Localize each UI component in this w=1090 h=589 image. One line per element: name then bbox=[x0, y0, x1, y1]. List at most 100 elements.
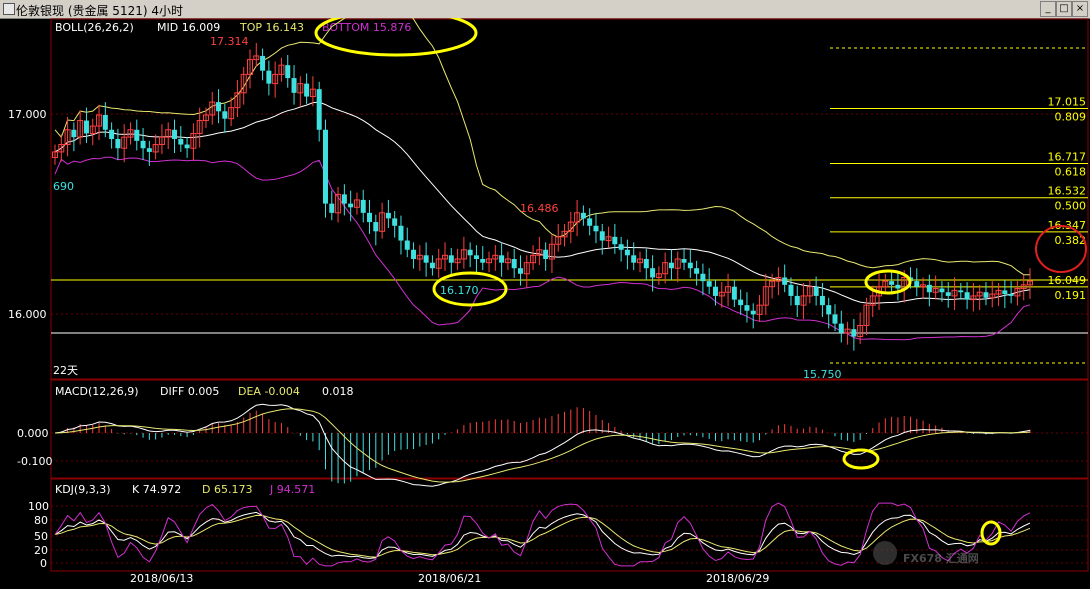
candle-body bbox=[914, 281, 920, 287]
minimize-button[interactable]: _ bbox=[1040, 1, 1056, 17]
boll-legend: BOLL(26,26,2) bbox=[55, 21, 134, 34]
fib-ratio-label: 0.191 bbox=[1055, 289, 1087, 302]
candlesticks bbox=[52, 43, 1033, 351]
fib-price-label: 16.717 bbox=[1048, 151, 1087, 164]
candle-body bbox=[624, 249, 630, 256]
candle-body bbox=[222, 111, 228, 119]
boll-mid: MID 16.009 bbox=[157, 21, 220, 34]
window-title: 伦敦银现 (贵金属 5121) 4小时 bbox=[16, 4, 183, 18]
candle-body bbox=[851, 329, 857, 337]
kdj-axis-label: 80 bbox=[34, 514, 48, 527]
macd-diff: DIFF 0.005 bbox=[160, 385, 219, 398]
candle-body bbox=[813, 286, 819, 296]
macd-diff-line bbox=[54, 403, 1031, 487]
candle-body bbox=[146, 148, 152, 152]
candle-body bbox=[587, 218, 593, 226]
candle-body bbox=[599, 231, 605, 241]
candle-body bbox=[731, 286, 737, 300]
fib-price-label: 17.015 bbox=[1048, 96, 1087, 109]
fib-ratio-label: 0.500 bbox=[1055, 200, 1087, 213]
candle-body bbox=[341, 194, 347, 204]
watermark-logo-icon bbox=[873, 541, 897, 565]
candle-body bbox=[291, 78, 297, 93]
candle-body bbox=[109, 129, 115, 139]
candle-body bbox=[429, 262, 435, 269]
candle-body bbox=[134, 129, 140, 141]
candle-body bbox=[178, 139, 184, 145]
macd-value: 0.018 bbox=[322, 385, 354, 398]
candle-body bbox=[750, 310, 756, 315]
title-bar: 伦敦银现 (贵金属 5121) 4小时 _ □ × bbox=[0, 0, 1090, 19]
fib-levels: 17.015 0.809 16.717 0.618 16.532 0.500 16.347 0… bbox=[830, 96, 1088, 302]
app-icon bbox=[3, 3, 15, 15]
candle-body bbox=[140, 140, 146, 149]
candle-body bbox=[511, 259, 517, 269]
macd-legend: MACD(12,26,9) bbox=[55, 385, 139, 398]
maximize-button[interactable]: □ bbox=[1056, 1, 1072, 17]
price-axis-label: 16.000 bbox=[8, 308, 47, 321]
left-value-label: 690 bbox=[53, 180, 74, 193]
kdj-legend: KDJ(9,3,3) bbox=[55, 483, 111, 496]
candle-body bbox=[398, 225, 404, 241]
candle-body bbox=[184, 144, 190, 149]
close-button[interactable]: × bbox=[1072, 1, 1088, 17]
price-panel bbox=[50, 18, 1089, 380]
candle-body bbox=[687, 262, 693, 269]
candle-body bbox=[480, 259, 486, 263]
kdj-j: J 94.571 bbox=[269, 483, 315, 496]
candle-body bbox=[738, 299, 744, 306]
candle-body bbox=[832, 314, 838, 324]
candle-body bbox=[700, 273, 706, 282]
candle-body bbox=[631, 255, 637, 263]
candle-body bbox=[650, 268, 656, 278]
candle-body bbox=[367, 212, 373, 223]
candle-body bbox=[889, 281, 895, 285]
high-label: 17.314 bbox=[210, 35, 249, 48]
candle-body bbox=[115, 139, 121, 149]
candle-body bbox=[618, 244, 624, 250]
highlight-circle bbox=[842, 448, 880, 470]
period-label: 22天 bbox=[53, 364, 78, 377]
candle-body bbox=[216, 102, 222, 112]
swing-high-label: 16.486 bbox=[520, 202, 559, 215]
fib-price-label: 16.532 bbox=[1048, 185, 1087, 198]
candle-body bbox=[706, 281, 712, 287]
boll-top: TOP 16.143 bbox=[239, 21, 304, 34]
candle-body bbox=[102, 115, 108, 130]
low-label: 15.750 bbox=[803, 368, 842, 381]
date-label: 2018/06/21 bbox=[418, 572, 481, 585]
candle-body bbox=[593, 225, 599, 232]
candle-body bbox=[681, 259, 687, 263]
candle-body bbox=[788, 284, 794, 296]
candle-body bbox=[411, 249, 417, 259]
boll-top-line bbox=[54, 18, 1030, 276]
kdj-axis-label: 20 bbox=[34, 544, 48, 557]
candle-body bbox=[266, 70, 272, 84]
candle-body bbox=[329, 203, 335, 213]
candle-body bbox=[499, 255, 505, 263]
candle-body bbox=[744, 305, 750, 311]
candle-body bbox=[385, 212, 391, 219]
macd-axis-label: 0.000 bbox=[17, 427, 49, 440]
candle-body bbox=[939, 288, 945, 293]
fib-price-label: 16.347 bbox=[1048, 219, 1087, 232]
macd-series bbox=[54, 403, 1031, 487]
candle-body bbox=[404, 240, 410, 250]
candle-body bbox=[712, 286, 718, 296]
boll-bottom: BOTTOM 15.876 bbox=[322, 21, 411, 34]
kdj-axis-label: 50 bbox=[34, 530, 48, 543]
candle-body bbox=[983, 292, 989, 298]
candle-body bbox=[348, 203, 354, 208]
candle-body bbox=[895, 284, 901, 289]
candle-body bbox=[517, 268, 523, 274]
date-label: 2018/06/13 bbox=[130, 572, 193, 585]
candle-body bbox=[83, 120, 89, 134]
candle-body bbox=[473, 255, 479, 259]
candle-body bbox=[964, 292, 970, 300]
candle-body bbox=[360, 199, 366, 213]
candle-body bbox=[926, 284, 932, 293]
macd-dea: DEA -0.004 bbox=[238, 385, 300, 398]
fib-ratio-label: 0.618 bbox=[1055, 166, 1087, 179]
macd-axis-label: -0.100 bbox=[17, 455, 52, 468]
watermark-text: FX678 汇通网 bbox=[903, 552, 979, 565]
